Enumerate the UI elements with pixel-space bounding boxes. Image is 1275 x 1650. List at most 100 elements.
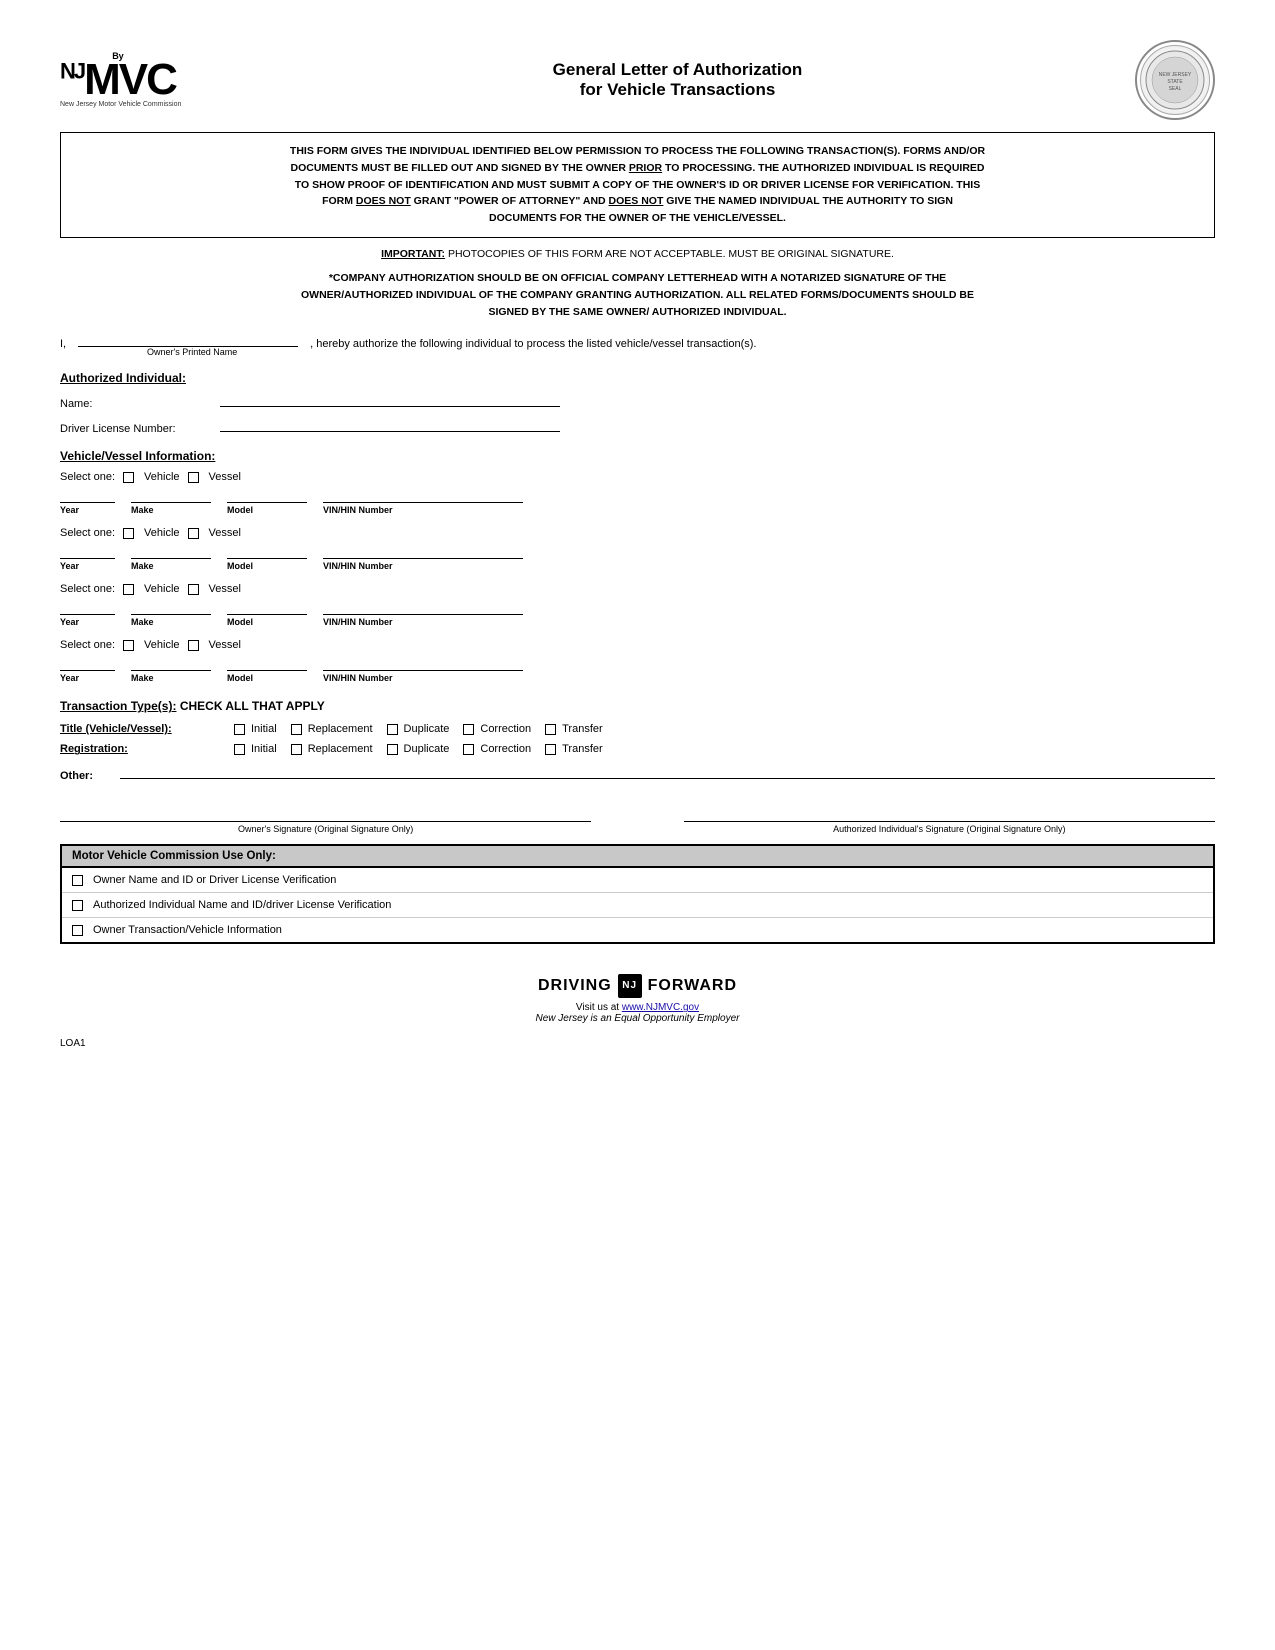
model-field-2: Model — [227, 545, 307, 571]
signature-row: Owner's Signature (Original Signature On… — [60, 802, 1215, 834]
vehicle-data-row-3: Year Make Model VIN/HIN Number — [60, 601, 1215, 627]
svg-text:SEAL: SEAL — [1169, 86, 1182, 92]
model-line-3 — [227, 601, 307, 615]
select-label-2: Select one: — [60, 527, 115, 539]
owner-sig-line — [60, 802, 591, 822]
title-replacement-checkbox[interactable] — [291, 724, 302, 735]
page-footer: DRIVING NJ FORWARD Visit us at www.NJMVC… — [60, 974, 1215, 1024]
mvc-checkbox-1[interactable] — [72, 875, 83, 886]
reg-correction-item: Correction — [463, 743, 531, 755]
vehicle-checkbox-1[interactable] — [123, 472, 134, 483]
mvc-item-3: Owner Transaction/Vehicle Information — [62, 918, 1213, 942]
reg-duplicate-label: Duplicate — [404, 743, 450, 755]
dl-input-line — [220, 418, 560, 432]
title-correction-checkbox[interactable] — [463, 724, 474, 735]
select-row-3: Select one: Vehicle Vessel — [60, 583, 1215, 595]
vessel-label-1: Vessel — [209, 471, 241, 483]
reg-duplicate-checkbox[interactable] — [387, 744, 398, 755]
logo-subtitle: New Jersey Motor Vehicle Commission — [60, 100, 181, 109]
dl-field-row: Driver License Number: — [60, 418, 1215, 435]
owner-label: Owner's Printed Name — [82, 347, 302, 357]
title-correction-item: Correction — [463, 723, 531, 735]
year-field-3: Year — [60, 601, 115, 627]
model-label-3: Model — [227, 617, 307, 627]
reg-transfer-item: Transfer — [545, 743, 603, 755]
svg-text:NEW JERSEY: NEW JERSEY — [1159, 72, 1192, 78]
reg-correction-label: Correction — [480, 743, 531, 755]
model-line-4 — [227, 657, 307, 671]
mvc-item-1-label: Owner Name and ID or Driver License Veri… — [93, 874, 336, 886]
model-line-2 — [227, 545, 307, 559]
year-field-4: Year — [60, 657, 115, 683]
make-label-4: Make — [131, 673, 211, 683]
year-line-1 — [60, 489, 115, 503]
notice-text: THIS FORM GIVES THE INDIVIDUAL IDENTIFIE… — [290, 145, 985, 224]
title-initial-checkbox[interactable] — [234, 724, 245, 735]
title-transaction-row: Title (Vehicle/Vessel): Initial Replacem… — [60, 723, 1215, 735]
authorized-sig-line — [684, 802, 1215, 822]
vin-field-1: VIN/HIN Number — [323, 489, 523, 515]
page-title-line1: General Letter of Authorization — [220, 60, 1135, 80]
vessel-checkbox-1[interactable] — [188, 472, 199, 483]
vin-line-1 — [323, 489, 523, 503]
model-label-4: Model — [227, 673, 307, 683]
make-label-1: Make — [131, 505, 211, 515]
model-label-2: Model — [227, 561, 307, 571]
footer-url-line: Visit us at www.NJMVC.gov — [60, 1002, 1215, 1013]
mvc-checkbox-3[interactable] — [72, 925, 83, 936]
vehicle-checkbox-2[interactable] — [123, 528, 134, 539]
other-line — [120, 765, 1215, 779]
vehicle-label-4: Vehicle — [144, 639, 179, 651]
title-transfer-item: Transfer — [545, 723, 603, 735]
mvc-checkbox-2[interactable] — [72, 900, 83, 911]
title-transfer-checkbox[interactable] — [545, 724, 556, 735]
make-field-4: Make — [131, 657, 211, 683]
reg-replacement-label: Replacement — [308, 743, 373, 755]
model-field-4: Model — [227, 657, 307, 683]
make-field-1: Make — [131, 489, 211, 515]
mvc-item-2-label: Authorized Individual Name and ID/driver… — [93, 899, 391, 911]
title-transfer-label: Transfer — [562, 723, 603, 735]
vin-line-3 — [323, 601, 523, 615]
title-initial-label: Initial — [251, 723, 277, 735]
reg-trans-label: Registration: — [60, 743, 220, 755]
vessel-checkbox-2[interactable] — [188, 528, 199, 539]
vessel-checkbox-4[interactable] — [188, 640, 199, 651]
logo-text: NJMVC — [60, 61, 176, 98]
dl-label: Driver License Number: — [60, 423, 220, 435]
title-trans-label: Title (Vehicle/Vessel): — [60, 723, 220, 735]
model-field-3: Model — [227, 601, 307, 627]
vin-label-4: VIN/HIN Number — [323, 673, 523, 683]
vin-label-2: VIN/HIN Number — [323, 561, 523, 571]
select-row-2: Select one: Vehicle Vessel — [60, 527, 1215, 539]
vin-field-3: VIN/HIN Number — [323, 601, 523, 627]
name-field-row: Name: — [60, 393, 1215, 410]
select-row-1: Select one: Vehicle Vessel — [60, 471, 1215, 483]
model-field-1: Model — [227, 489, 307, 515]
model-label-1: Model — [227, 505, 307, 515]
reg-replacement-checkbox[interactable] — [291, 744, 302, 755]
title-duplicate-checkbox[interactable] — [387, 724, 398, 735]
reg-correction-checkbox[interactable] — [463, 744, 474, 755]
transaction-section: Transaction Type(s): CHECK ALL THAT APPL… — [60, 699, 1215, 782]
authorized-individual-title: Authorized Individual: — [60, 371, 1215, 385]
mvc-item-3-label: Owner Transaction/Vehicle Information — [93, 924, 282, 936]
footer-driving-text: DRIVING — [538, 977, 612, 995]
footer-visit-text: Visit us at — [576, 1002, 622, 1013]
make-line-4 — [131, 657, 211, 671]
vessel-label-2: Vessel — [209, 527, 241, 539]
reg-transfer-checkbox[interactable] — [545, 744, 556, 755]
select-label-4: Select one: — [60, 639, 115, 651]
vessel-checkbox-3[interactable] — [188, 584, 199, 595]
important-notice: IMPORTANT: PHOTOCOPIES OF THIS FORM ARE … — [60, 248, 1215, 260]
name-label: Name: — [60, 398, 220, 410]
footer-nj-badge: NJ — [618, 974, 642, 998]
vehicle-data-row-1: Year Make Model VIN/HIN Number — [60, 489, 1215, 515]
footer-url[interactable]: www.NJMVC.gov — [622, 1002, 699, 1013]
other-label: Other: — [60, 770, 120, 782]
vehicle-checkbox-4[interactable] — [123, 640, 134, 651]
year-field-1: Year — [60, 489, 115, 515]
reg-initial-checkbox[interactable] — [234, 744, 245, 755]
year-label-4: Year — [60, 673, 115, 683]
vehicle-checkbox-3[interactable] — [123, 584, 134, 595]
